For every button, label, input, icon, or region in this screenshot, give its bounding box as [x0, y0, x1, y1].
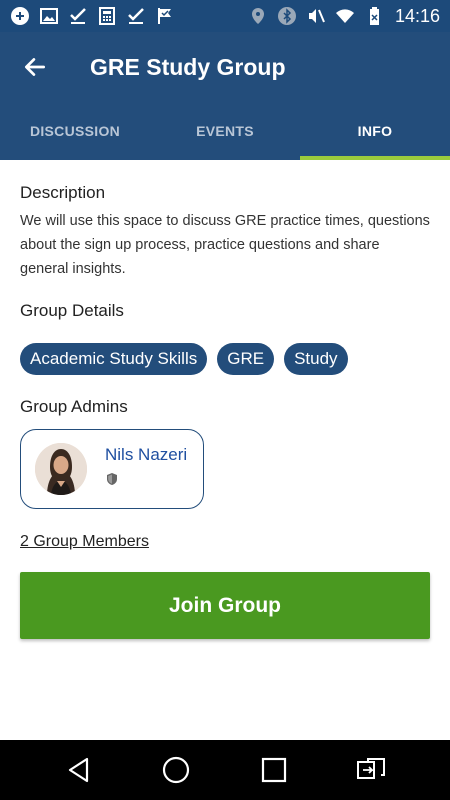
tag-list: Academic Study Skills GRE Study	[20, 343, 430, 375]
arrow-left-icon	[24, 58, 46, 76]
location-icon	[248, 6, 268, 26]
join-group-button[interactable]: Join Group	[20, 572, 430, 639]
switch-app-icon	[357, 758, 386, 779]
tab-info[interactable]: INFO	[300, 102, 450, 160]
admin-card[interactable]: Nils Nazeri	[20, 429, 204, 509]
tab-discussion[interactable]: DISCUSSION	[0, 102, 150, 160]
notification-icons	[10, 6, 175, 26]
nav-back-button[interactable]	[54, 745, 104, 795]
admin-name: Nils Nazeri	[105, 444, 188, 464]
app-bar: GRE Study Group	[0, 32, 450, 102]
group-admins-title: Group Admins	[20, 397, 128, 416]
tag-chip[interactable]: Academic Study Skills	[20, 343, 208, 375]
shield-icon	[107, 472, 117, 485]
description-text: We will use this space to discuss GRE pr…	[20, 213, 430, 277]
image-icon	[39, 6, 59, 26]
group-members-link[interactable]: 2 Group Members	[20, 533, 149, 551]
nav-recents-button[interactable]	[249, 745, 299, 795]
navigation-bar	[0, 740, 450, 800]
recents-square-icon	[261, 757, 286, 783]
tag-chip[interactable]: GRE	[217, 343, 275, 375]
bluetooth-icon	[277, 6, 297, 26]
nav-home-button[interactable]	[151, 745, 201, 795]
tab-bar: DISCUSSION EVENTS INFO	[0, 102, 450, 160]
back-button[interactable]	[0, 32, 70, 102]
calculator-icon	[97, 6, 117, 26]
status-time: 14:16	[394, 5, 440, 26]
nav-switch-button[interactable]	[346, 745, 396, 795]
info-content: Description We will use this space to di…	[20, 160, 430, 639]
description-title: Description	[20, 183, 106, 202]
group-details-title: Group Details	[20, 301, 124, 320]
avatar	[35, 443, 87, 495]
back-triangle-icon	[68, 757, 88, 783]
home-circle-icon	[163, 756, 190, 784]
status-bar: 14:16	[0, 0, 450, 32]
check-icon	[68, 6, 88, 26]
page-title: GRE Study Group	[90, 53, 286, 80]
app-icon	[10, 6, 30, 26]
wifi-icon	[335, 6, 355, 26]
admin-info: Nils Nazeri	[105, 445, 187, 486]
flag-check-icon	[155, 6, 175, 26]
tag-chip[interactable]: Study	[284, 343, 348, 375]
check-icon	[126, 6, 146, 26]
system-icons: 14:16	[248, 6, 440, 27]
battery-icon	[364, 6, 384, 26]
mute-icon	[306, 6, 326, 26]
tab-events[interactable]: EVENTS	[150, 102, 300, 160]
